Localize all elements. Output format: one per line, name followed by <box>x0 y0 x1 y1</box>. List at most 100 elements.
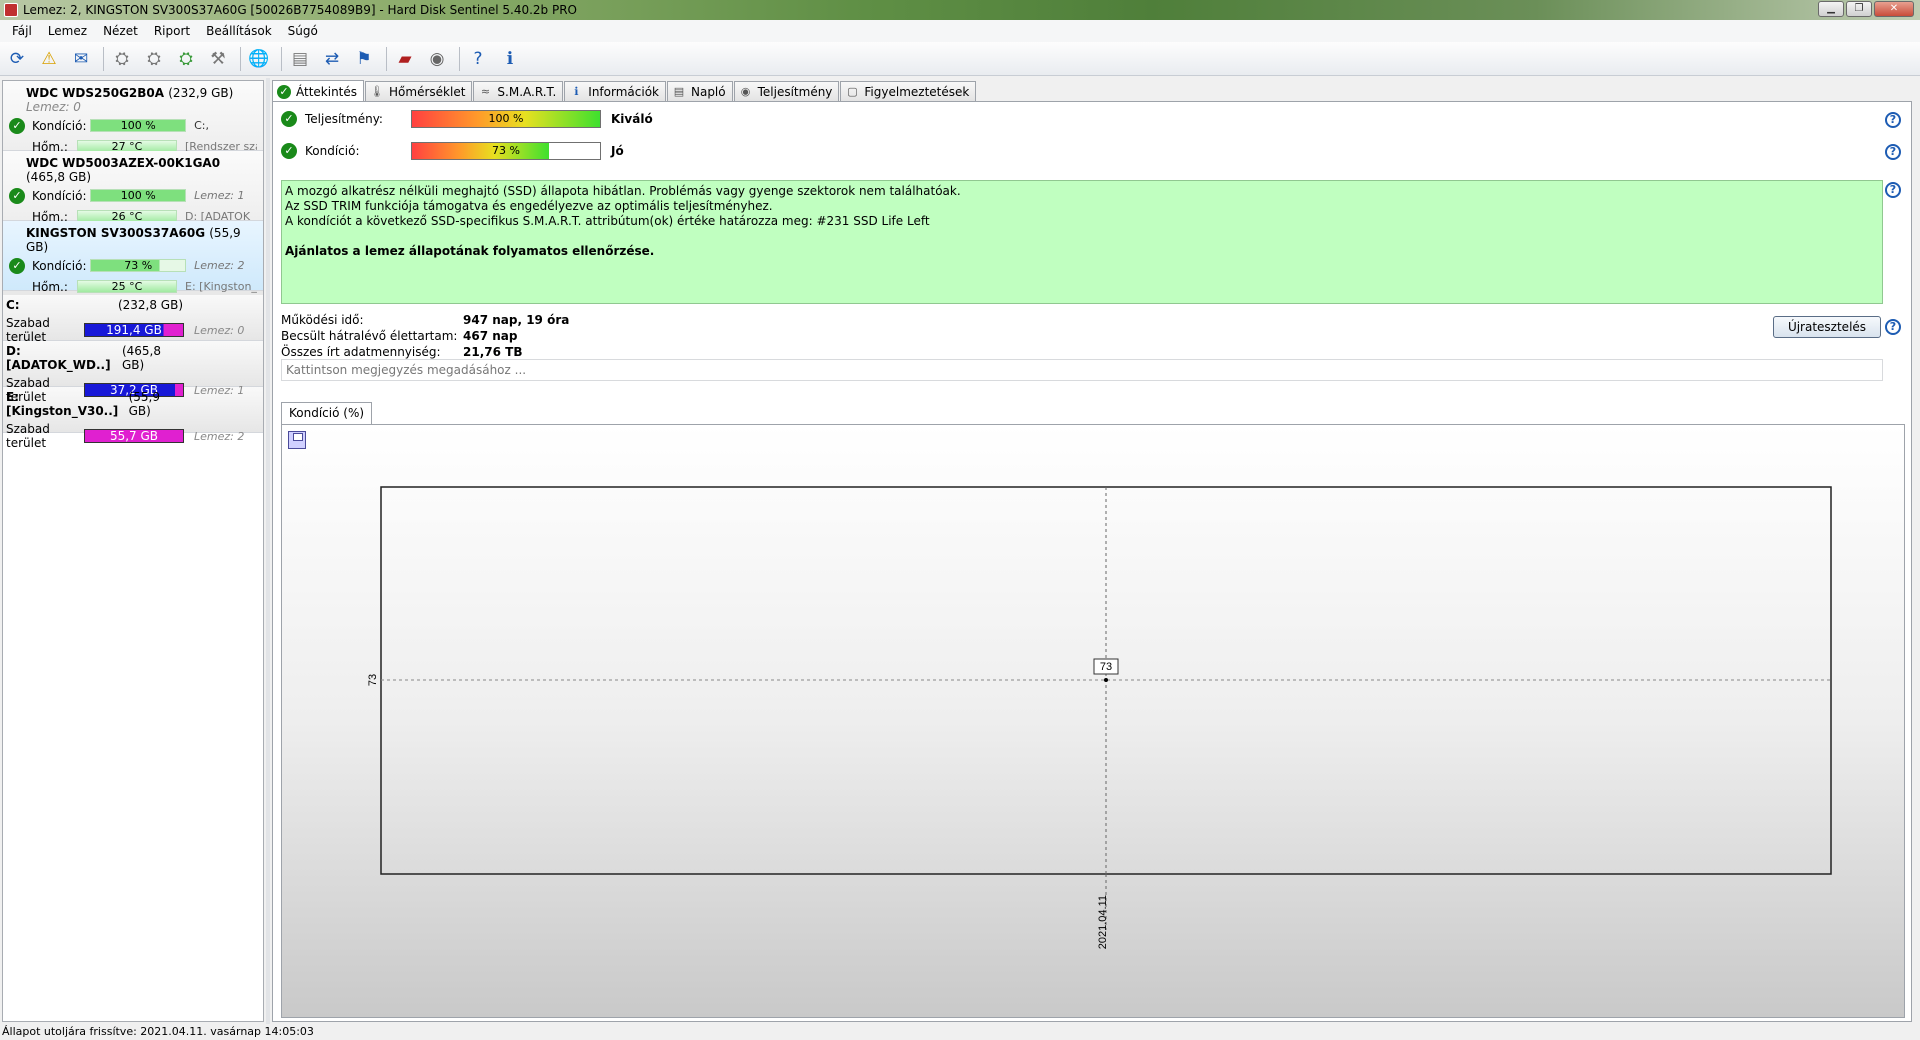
disk-check-icon[interactable]: ⛭ <box>172 45 200 73</box>
report-icon[interactable]: ▤ <box>286 45 314 73</box>
volume-size: (232,8 GB) <box>117 298 183 312</box>
menu-disk[interactable]: Lemez <box>40 24 95 38</box>
menu-help[interactable]: Súgó <box>280 24 326 38</box>
x-tick-label: 2021.04.11 <box>1097 895 1109 949</box>
thermometer-icon: 🌡 <box>370 84 385 98</box>
free-space-label: Szabad terület <box>6 422 50 450</box>
tab-label: Teljesítmény <box>757 84 833 99</box>
help-icon[interactable]: ? <box>1885 182 1901 198</box>
toolbar: ⟳ ⚠ ✉ ⛭ ⛭ ⛭ ⚒ 🌐 ▤ ⇄ ⚑ ▰ ◉ ? ℹ <box>0 42 1920 76</box>
disk-index: Lemez: 2 <box>194 259 245 272</box>
uptime-value: 947 nap, 19 óra <box>463 313 570 327</box>
volume-size: (55,9 GB) <box>128 390 161 418</box>
check-icon: ✓ <box>9 117 25 134</box>
window-title: Lemez: 2, KINGSTON SV300S37A60G [50026B7… <box>23 3 577 17</box>
tab-overview[interactable]: ✓ Áttekintés <box>272 80 365 102</box>
tab-alerts[interactable]: ▢ Figyelmeztetések <box>840 81 977 101</box>
chart-panel: 73 2021.04.11 73 <box>281 424 1905 1018</box>
app-icon <box>4 3 18 17</box>
tab-log[interactable]: ▤ Napló <box>666 81 733 101</box>
refresh-icon[interactable]: ⟳ <box>3 45 31 73</box>
temp-bar: 25 °C <box>77 280 177 293</box>
data-label: 73 <box>1100 661 1112 673</box>
tab-health-chart[interactable]: Kondíció (%) <box>281 402 373 424</box>
health-row: ✓ Kondíció: 73 % Jó <box>281 142 624 160</box>
maximize-button[interactable]: ❐ <box>1846 1 1872 17</box>
status-bar: Állapot utoljára frissítve: 2021.04.11. … <box>0 1024 1920 1040</box>
health-label: Kondíció: <box>32 188 87 203</box>
close-button[interactable]: ✕ <box>1874 1 1914 17</box>
menu-settings[interactable]: Beállítások <box>198 24 280 38</box>
disk-name: WDC WD5003AZEX-00K1GA0 <box>26 156 221 170</box>
check-icon: ✓ <box>281 111 297 127</box>
disk-test-icon[interactable]: ⛭ <box>108 45 136 73</box>
free-space-bar: 191,4 GB <box>84 323 184 337</box>
help-icon[interactable]: ? <box>1885 319 1901 335</box>
performance-row: ✓ Teljesítmény: 100 % Kiváló <box>281 110 653 128</box>
health-bar: 100 % <box>90 189 187 202</box>
disk-name: WDC WDS250G2B0A <box>26 86 165 100</box>
main-panel: ✓ Áttekintés 🌡 Hőmérséklet ≈ S.M.A.R.T. ℹ In… <box>272 80 1912 1022</box>
tab-label: Áttekintés <box>296 84 358 99</box>
disk-index: Lemez: 1 <box>194 189 245 202</box>
tab-label: Figyelmeztetések <box>864 84 970 99</box>
tab-label: Hőmérséklet <box>389 84 466 99</box>
health-chart: 73 2021.04.11 73 <box>367 486 1832 949</box>
tab-bar: ✓ Áttekintés 🌡 Hőmérséklet ≈ S.M.A.R.T. ℹ In… <box>272 80 1912 102</box>
menu-file[interactable]: Fájl <box>4 24 40 38</box>
tab-information[interactable]: ℹ Információk <box>564 81 666 101</box>
disk-item-2[interactable]: KINGSTON SV300S37A60G (55,9 GB) ✓ Kondíc… <box>3 221 263 294</box>
volume-item-c[interactable]: C: (232,8 GB) Szabad terület 191,4 GB Lem… <box>3 295 263 344</box>
disk-index: Lemez: 0 <box>26 100 81 114</box>
menu-view[interactable]: Nézet <box>95 24 146 38</box>
overview-panel: ✓ Teljesítmény: 100 % Kiváló ? ✓ Kondíci… <box>272 101 1912 1022</box>
note-input[interactable]: Kattintson megjegyzés megadásához ... <box>281 359 1883 381</box>
toolbar-separator <box>386 46 387 71</box>
menu-bar: Fájl Lemez Nézet Riport Beállítások Súgó <box>0 20 1920 42</box>
tab-smart[interactable]: ≈ S.M.A.R.T. <box>473 81 564 101</box>
info-line: A kondíciót a következő SSD-specifikus S… <box>285 214 930 228</box>
health-bar: 73 % <box>90 259 187 272</box>
disk-volume-label: E: [Kingston_V <box>185 280 257 293</box>
help-icon[interactable]: ? <box>1885 112 1901 128</box>
tab-performance[interactable]: ◉ Teljesítmény <box>733 81 840 101</box>
help-icon[interactable]: ? <box>464 45 492 73</box>
minimize-button[interactable]: ▁ <box>1818 1 1844 17</box>
tab-temperature[interactable]: 🌡 Hőmérséklet <box>365 81 473 101</box>
volume-item-d[interactable]: D: [ADATOK_WD..] (465,8 GB) Szabad terüle… <box>3 341 263 404</box>
disk-item-1[interactable]: WDC WD5003AZEX-00K1GA0 (465,8 GB) ✓ Kond… <box>3 151 263 224</box>
network-icon[interactable]: ⚑ <box>350 45 378 73</box>
disk-tools-icon[interactable]: ⚒ <box>204 45 232 73</box>
backup-icon[interactable]: ⇄ <box>318 45 346 73</box>
panel-splitter[interactable] <box>266 78 270 1024</box>
alerts-icon: ▢ <box>847 84 858 98</box>
total-written-value: 21,76 TB <box>463 345 523 359</box>
warning-icon[interactable]: ⚠ <box>35 45 63 73</box>
benchmark-icon[interactable]: ▰ <box>391 45 419 73</box>
disk-item-0[interactable]: WDC WDS250G2B0A (232,9 GB) Lemez: 0 ✓ Ko… <box>3 81 263 154</box>
report-mail-icon[interactable]: ✉ <box>67 45 95 73</box>
log-icon: ▤ <box>673 84 685 98</box>
toolbar-separator <box>103 46 104 71</box>
info-icon: ℹ <box>574 84 579 98</box>
disk-size: (232,9 GB) <box>168 86 234 100</box>
retest-button[interactable]: Újratesztelés <box>1773 316 1881 338</box>
performance-result: Kiváló <box>611 112 653 126</box>
check-icon: ✓ <box>9 257 25 274</box>
disk-size: (465,8 GB) <box>26 170 92 184</box>
help-icon[interactable]: ? <box>1885 144 1901 160</box>
y-tick-label: 73 <box>367 674 379 686</box>
sound-icon[interactable]: ◉ <box>423 45 451 73</box>
disk-list-panel: WDC WDS250G2B0A (232,9 GB) Lemez: 0 ✓ Ko… <box>2 80 264 1022</box>
surface-test-icon[interactable]: ⛭ <box>140 45 168 73</box>
smart-icon: ≈ <box>480 84 491 98</box>
status-description-box: A mozgó alkatrész nélküli meghajtó (SSD)… <box>281 180 1883 304</box>
menu-report[interactable]: Riport <box>146 24 198 38</box>
web-report-icon[interactable]: 🌐 <box>245 45 273 73</box>
about-icon[interactable]: ℹ <box>496 45 524 73</box>
check-icon: ✓ <box>277 84 291 99</box>
title-bar: Lemez: 2, KINGSTON SV300S37A60G [50026B7… <box>0 0 1920 20</box>
toolbar-separator <box>240 46 241 71</box>
volume-name: C: <box>6 298 20 312</box>
temp-label: Hőm.: <box>32 279 68 294</box>
